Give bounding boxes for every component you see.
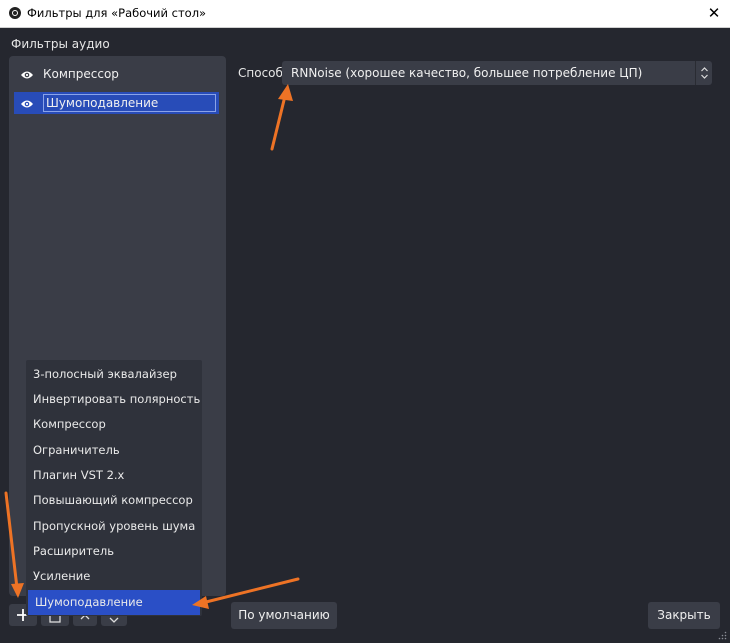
menu-item-noise-gate[interactable]: Пропускной уровень шума [26,514,202,539]
menu-item-3band-eq[interactable]: 3-полосный эквалайзер [26,362,202,387]
eye-icon[interactable] [20,98,34,108]
menu-item-upward-compressor[interactable]: Повышающий компрессор [26,488,202,513]
chevron-up-down-icon[interactable] [695,61,712,85]
menu-item-noise-suppression[interactable]: Шумоподавление [28,590,200,615]
eye-icon[interactable] [20,69,34,79]
close-button[interactable]: Закрыть [648,602,720,629]
annotation-arrowhead [278,84,293,101]
add-filter-menu[interactable]: 3-полосный эквалайзер Инвертировать поля… [26,360,202,616]
annotation-arrow-method [270,90,288,151]
window-title: Фильтры для «Рабочий стол» [27,6,207,20]
menu-item-expander[interactable]: Расширитель [26,539,202,564]
defaults-button[interactable]: По умолчанию [231,602,337,629]
filter-name-edit-box[interactable]: Шумоподавление [43,94,216,112]
menu-item-limiter[interactable]: Ограничитель [26,438,202,463]
menu-item-invert-polarity[interactable]: Инвертировать полярность [26,387,202,412]
method-select[interactable]: RNNoise (хорошее качество, большее потре… [282,61,712,85]
obs-logo-icon [9,7,21,19]
filter-item-noise-suppression[interactable]: Шумоподавление [14,92,219,114]
filter-item-label: Шумоподавление [46,96,159,110]
window-close-button[interactable]: ✕ [698,0,730,27]
menu-item-compressor[interactable]: Компрессор [26,412,202,437]
method-label: Способ [238,66,283,80]
filter-item-label: Компрессор [43,67,119,81]
audio-filters-label: Фильтры аудио [11,37,110,51]
menu-item-gain[interactable]: Усиление [26,564,202,589]
title-bar: Фильтры для «Рабочий стол» ✕ [0,0,730,28]
resize-grip-icon[interactable] [718,629,727,640]
filter-item-compressor[interactable]: Компрессор [14,63,219,85]
menu-item-vst-plugin[interactable]: Плагин VST 2.x [26,463,202,488]
method-select-value: RNNoise (хорошее качество, большее потре… [291,66,643,80]
